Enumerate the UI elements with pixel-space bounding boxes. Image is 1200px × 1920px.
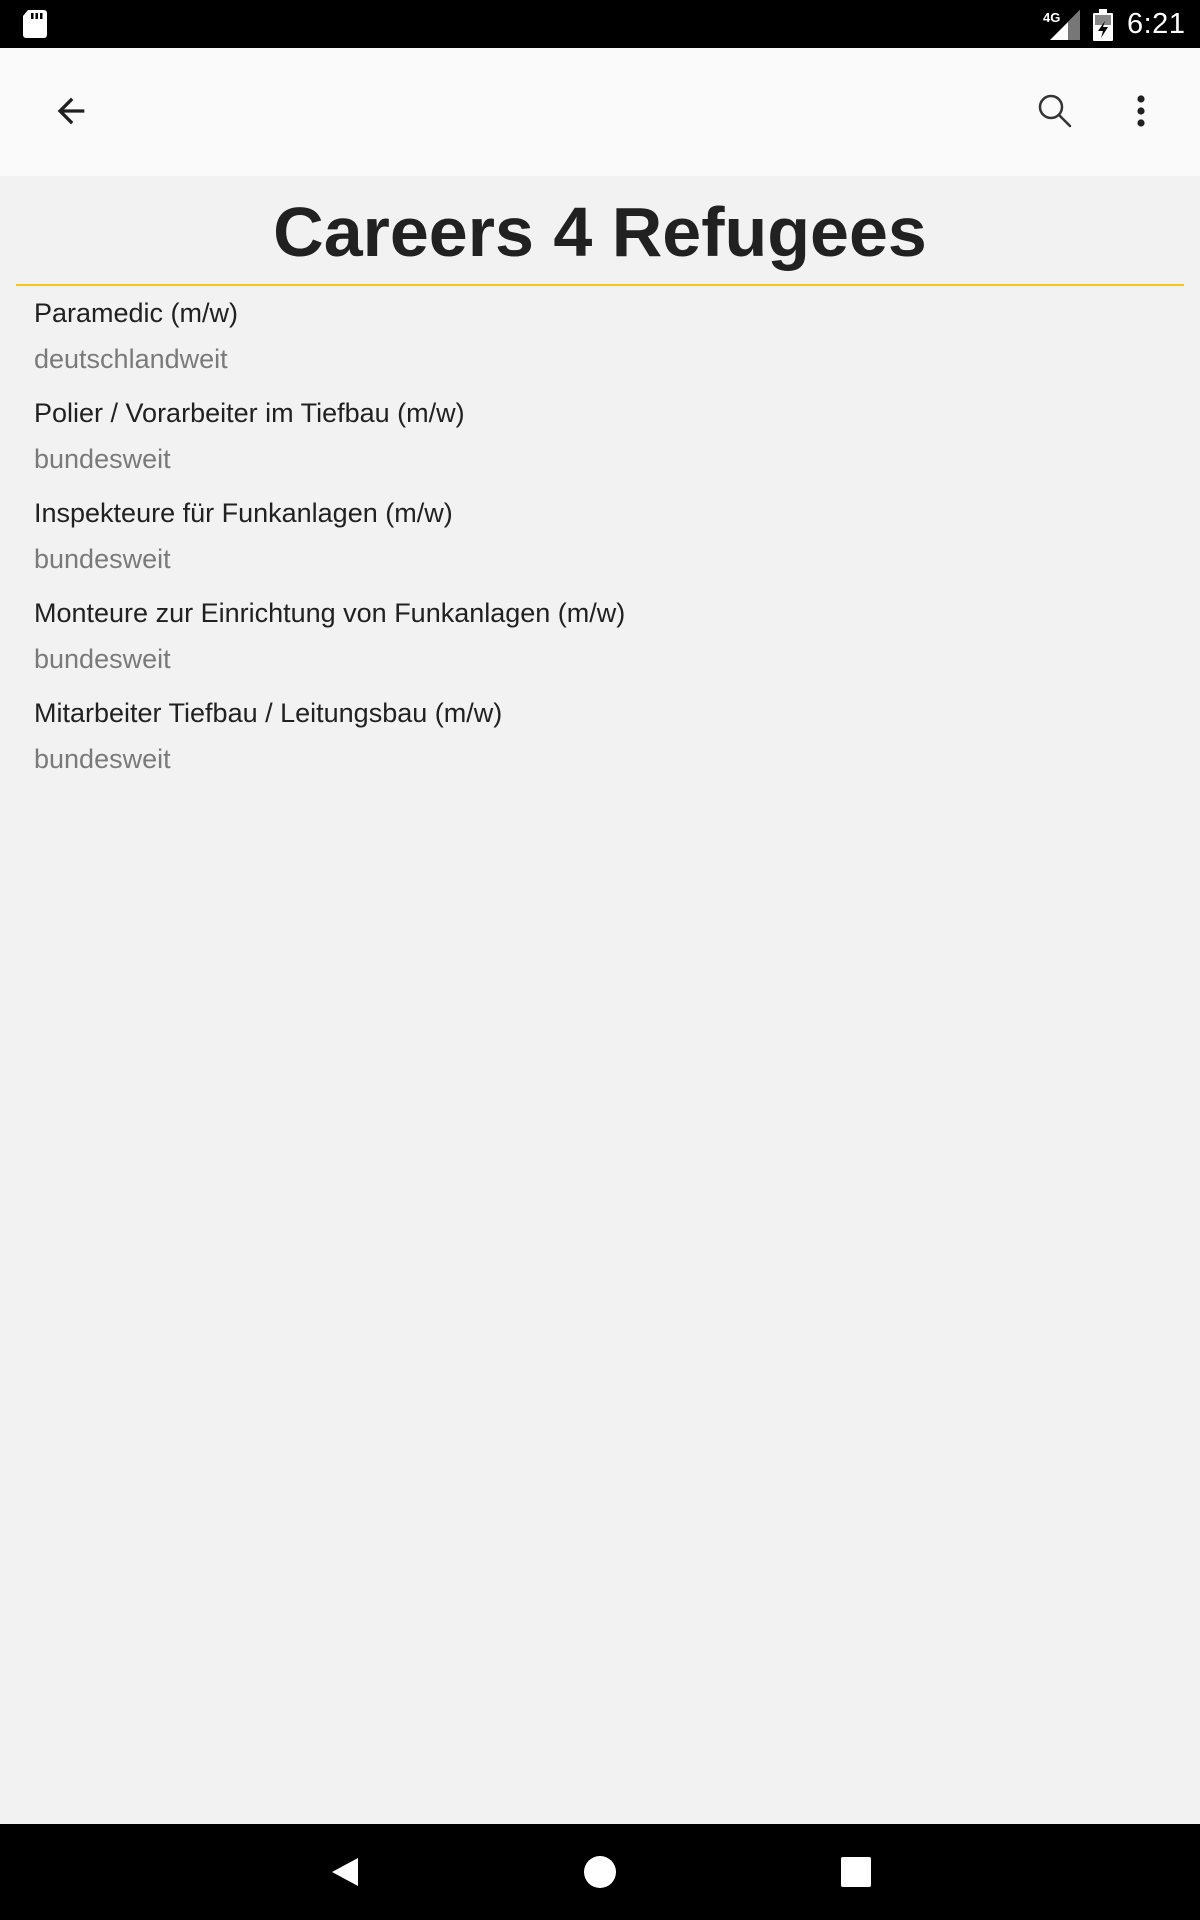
job-list-item[interactable]: Paramedic (m/w) deutschlandweit: [0, 286, 1200, 386]
nav-back-button[interactable]: [314, 1842, 374, 1902]
job-list-item[interactable]: Polier / Vorarbeiter im Tiefbau (m/w) bu…: [0, 386, 1200, 486]
main-content: Careers 4 Refugees Paramedic (m/w) deuts…: [0, 176, 1200, 774]
nav-back-icon: [332, 1858, 358, 1886]
arrow-back-icon: [57, 97, 85, 125]
job-title: Monteure zur Einrichtung von Funkanlagen…: [34, 598, 626, 628]
app-bar: [0, 48, 1200, 176]
job-title: Polier / Vorarbeiter im Tiefbau (m/w): [34, 398, 465, 428]
more-vert-icon: [1137, 95, 1145, 127]
more-options-button[interactable]: [1104, 74, 1178, 148]
job-title: Inspekteure für Funkanlagen (m/w): [34, 498, 453, 528]
back-button[interactable]: [34, 74, 108, 148]
battery-charging-icon: [1093, 9, 1113, 41]
job-location: bundesweit: [34, 744, 171, 774]
page-title: Careers 4 Refugees: [273, 193, 927, 271]
sd-card-icon: [23, 10, 47, 38]
nav-recents-icon: [841, 1857, 871, 1887]
nav-recents-button[interactable]: [826, 1842, 886, 1902]
nav-home-button[interactable]: [570, 1842, 630, 1902]
job-list: Paramedic (m/w) deutschlandweit Polier /…: [0, 286, 1200, 786]
job-title: Paramedic (m/w): [34, 298, 239, 328]
nav-home-icon: [584, 1856, 616, 1888]
job-location: bundesweit: [34, 544, 171, 574]
search-icon: [1038, 94, 1072, 128]
cell-signal-icon: [1050, 10, 1080, 40]
job-location: deutschlandweit: [34, 344, 228, 374]
system-nav-bar: [0, 1824, 1200, 1920]
job-title: Mitarbeiter Tiefbau / Leitungsbau (m/w): [34, 698, 503, 728]
status-bar: 4G 6:21: [0, 0, 1200, 48]
clock: 6:21: [1127, 8, 1186, 40]
job-list-item[interactable]: Monteure zur Einrichtung von Funkanlagen…: [0, 586, 1200, 686]
job-list-item[interactable]: Inspekteure für Funkanlagen (m/w) bundes…: [0, 486, 1200, 586]
search-button[interactable]: [1018, 74, 1092, 148]
job-list-item[interactable]: Mitarbeiter Tiefbau / Leitungsbau (m/w) …: [0, 686, 1200, 786]
job-location: bundesweit: [34, 444, 171, 474]
job-location: bundesweit: [34, 644, 171, 674]
